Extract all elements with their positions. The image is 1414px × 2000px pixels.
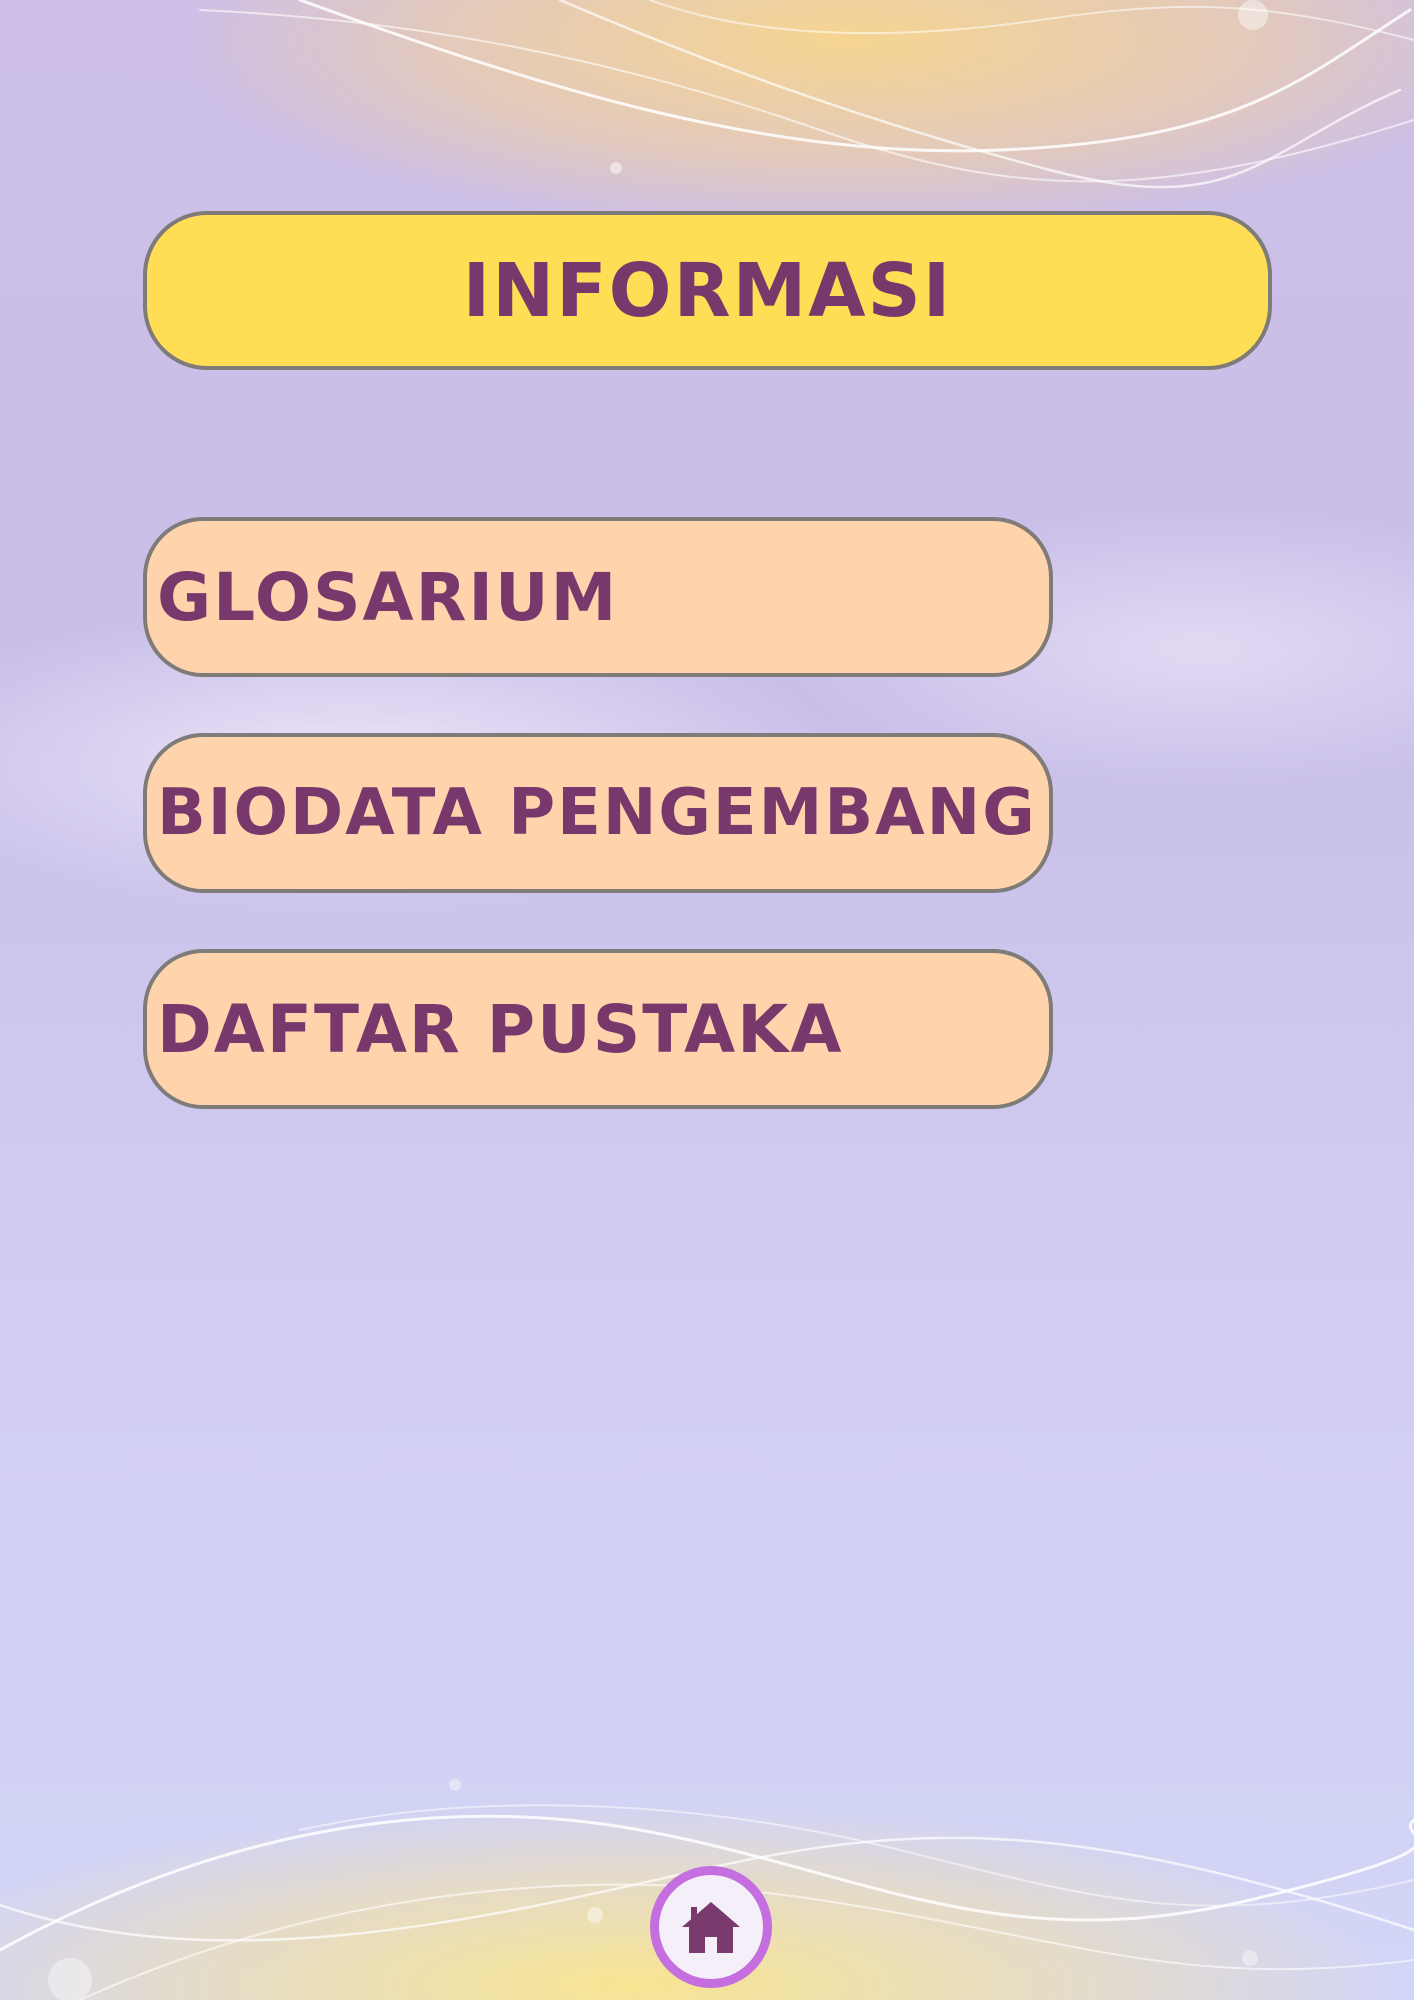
daftar-pustaka-button[interactable]: DAFTAR PUSTAKA xyxy=(143,949,1053,1109)
page-title-text: INFORMASI xyxy=(462,247,953,334)
home-icon xyxy=(682,1902,740,1953)
daftar-pustaka-label: DAFTAR PUSTAKA xyxy=(157,990,844,1068)
biodata-pengembang-button[interactable]: BIODATA PENGEMBANG xyxy=(143,733,1053,893)
glosarium-button[interactable]: GLOSARIUM xyxy=(143,517,1053,677)
page-title: INFORMASI xyxy=(143,211,1272,370)
biodata-pengembang-label: BIODATA PENGEMBANG xyxy=(157,776,1037,850)
glosarium-label: GLOSARIUM xyxy=(157,558,619,636)
home-button[interactable] xyxy=(650,1866,772,1988)
